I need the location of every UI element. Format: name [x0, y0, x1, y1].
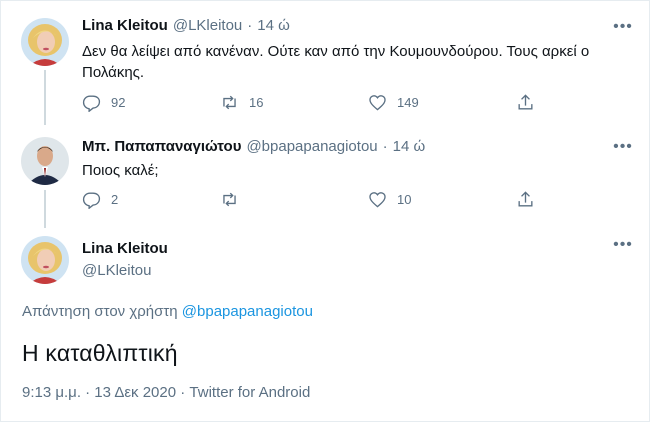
author-handle[interactable]: @LKleitou: [82, 262, 151, 279]
reply-handle-link[interactable]: @bpapapanagiotou: [182, 303, 313, 320]
main-tweet-text: Η καταθλιπτική: [22, 340, 178, 366]
reply-prefix: Απάντηση στον χρήστη: [22, 303, 178, 320]
more-horizontal-icon[interactable]: •••: [612, 236, 634, 254]
reply-count: 92: [111, 95, 126, 110]
separator-dot: ·: [382, 138, 388, 155]
thread-connector: [44, 70, 46, 125]
avatar[interactable]: [21, 18, 69, 66]
share-icon: [518, 94, 533, 110]
share-button[interactable]: [516, 190, 535, 209]
tweet-text: Ποιος καλέ;: [82, 162, 159, 179]
like-count: 10: [397, 192, 412, 207]
thread-connector: [44, 190, 46, 228]
retweet-button[interactable]: [220, 190, 249, 209]
like-button[interactable]: 10: [368, 190, 411, 209]
retweet-count: 16: [249, 95, 264, 110]
like-button[interactable]: 149: [368, 93, 419, 112]
author-name[interactable]: Μπ. Παπαπαναγιώτου: [82, 138, 241, 155]
retweet-icon: [223, 95, 236, 110]
tweet-time[interactable]: 14 ώ: [257, 17, 290, 34]
share-button[interactable]: [516, 93, 535, 112]
heart-icon: [369, 192, 386, 208]
avatar[interactable]: [21, 236, 69, 284]
retweet-button[interactable]: 16: [220, 93, 263, 112]
more-horizontal-icon[interactable]: •••: [612, 138, 634, 156]
author-handle[interactable]: @bpapapanagiotou: [246, 138, 377, 155]
author-name[interactable]: Lina Kleitou: [82, 17, 168, 34]
heart-icon: [369, 95, 386, 111]
reply-icon: [82, 192, 101, 209]
share-icon: [518, 191, 533, 207]
author-name[interactable]: Lina Kleitou: [82, 240, 168, 257]
like-count: 149: [397, 95, 419, 110]
avatar[interactable]: [21, 137, 69, 185]
retweet-icon: [223, 192, 236, 207]
tweet-time[interactable]: 14 ώ: [393, 138, 426, 155]
reply-button[interactable]: 92: [82, 93, 125, 112]
reply-context: Απάντηση στον χρήστη @bpapapanagiotou: [22, 303, 313, 320]
reply-icon: [82, 95, 101, 112]
tweet-timestamp[interactable]: 9:13 μ.μ. · 13 Δεκ 2020 · Twitter for An…: [22, 384, 310, 401]
author-handle[interactable]: @LKleitou: [173, 17, 242, 34]
reply-count: 2: [111, 192, 119, 207]
separator-dot: ·: [247, 17, 253, 34]
more-horizontal-icon[interactable]: •••: [612, 18, 634, 36]
tweet-text: Δεν θα λείψει από κανέναν. Ούτε καν από …: [82, 43, 590, 81]
reply-button[interactable]: 2: [82, 190, 118, 209]
